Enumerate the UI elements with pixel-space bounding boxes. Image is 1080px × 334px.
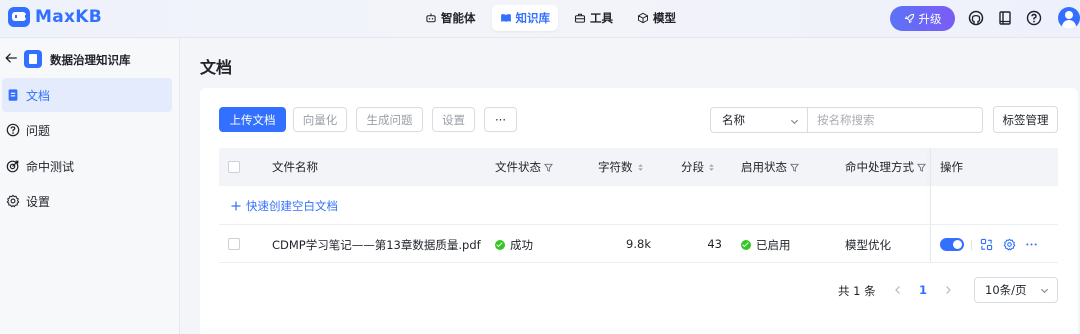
select-all-checkbox[interactable] <box>228 161 240 173</box>
nav-item-label: 工具 <box>590 11 613 25</box>
action-divider <box>971 240 972 250</box>
document-icon <box>8 89 18 101</box>
next-page-icon[interactable] <box>943 285 953 295</box>
filter-icon[interactable] <box>790 163 799 172</box>
github-icon[interactable] <box>968 10 984 26</box>
quick-create-blank-document-link[interactable]: 快速创建空白文档 <box>231 198 338 214</box>
maxkb-logo-icon <box>8 7 30 27</box>
top-bar: MaxKB 智能体 知识库 工具 模型 升级 <box>0 0 1080 38</box>
book-icon <box>500 14 511 22</box>
batch-settings-button[interactable]: 设置 <box>432 107 475 132</box>
page-size-value: 10条/页 <box>985 283 1027 297</box>
prev-page-icon[interactable] <box>893 285 903 295</box>
column-header-file-status[interactable]: 文件状态 <box>495 148 553 186</box>
column-header-label: 操作 <box>940 160 963 174</box>
nav-item-label: 知识库 <box>515 11 551 25</box>
sidebar-item-questions[interactable]: 问题 <box>2 113 172 147</box>
file-status-label: 成功 <box>510 238 533 252</box>
sidebar-item-hit-test[interactable]: 命中测试 <box>2 149 172 183</box>
column-header-char-count[interactable]: 字符数 <box>598 148 645 186</box>
enabled-check-icon <box>741 240 751 250</box>
pagination-total: 共 1 条 <box>838 284 876 298</box>
column-header-label: 文件名称 <box>272 160 318 174</box>
robot-icon <box>426 13 436 23</box>
nav-item-label: 模型 <box>653 11 676 25</box>
chevron-down-icon <box>790 119 799 125</box>
vectorize-button[interactable]: 向量化 <box>293 107 347 132</box>
sidebar-item-label: 命中测试 <box>26 159 75 174</box>
current-page-number[interactable]: 1 <box>919 283 927 297</box>
generate-questions-button[interactable]: 生成问题 <box>356 107 423 132</box>
top-nav: 智能体 知识库 工具 模型 <box>417 5 684 31</box>
filter-field-value: 名称 <box>722 113 745 127</box>
page-size-select[interactable]: 10条/页 <box>974 277 1058 303</box>
question-icon <box>6 123 20 137</box>
enable-toggle[interactable] <box>940 238 964 251</box>
gear-icon <box>6 194 20 208</box>
chevron-down-icon <box>1040 288 1049 294</box>
rocket-icon <box>904 13 914 24</box>
column-header-actions: 操作 <box>940 148 963 186</box>
target-icon <box>6 160 19 173</box>
row-hit-handling: 模型优化 <box>845 238 891 252</box>
knowledge-base-name: 数据治理知识库 <box>50 53 131 67</box>
knowledge-base-icon <box>24 50 42 68</box>
row-char-count: 9.8k <box>626 237 651 251</box>
more-icon[interactable] <box>1025 238 1038 251</box>
more-actions-button[interactable]: ··· <box>484 107 517 132</box>
column-header-label: 命中处理方式 <box>845 160 914 174</box>
docs-icon[interactable] <box>997 10 1013 26</box>
app-logo[interactable]: MaxKB <box>8 7 102 27</box>
nav-item-models[interactable]: 模型 <box>629 5 684 31</box>
quick-create-label: 快速创建空白文档 <box>246 199 338 213</box>
knowledge-base-header: 数据治理知识库 <box>0 47 180 71</box>
sidebar-item-settings[interactable]: 设置 <box>2 184 172 218</box>
sidebar-item-label: 设置 <box>26 194 51 209</box>
sort-icon[interactable] <box>636 163 645 172</box>
sidebar-item-label: 文档 <box>26 88 51 103</box>
nav-item-agent[interactable]: 智能体 <box>417 5 484 31</box>
plus-icon <box>231 201 241 211</box>
column-header-segments[interactable]: 分段 <box>681 148 716 186</box>
help-icon[interactable] <box>1026 10 1042 26</box>
row-filename[interactable]: CDMP学习笔记——第13章数据质量.pdf <box>272 237 481 253</box>
row-file-status: 成功 <box>495 237 533 253</box>
column-header-filename: 文件名称 <box>272 148 318 186</box>
enabled-status-label: 已启用 <box>756 238 791 252</box>
upgrade-button[interactable]: 升级 <box>890 6 955 31</box>
success-check-icon <box>495 240 505 250</box>
quick-create-row <box>219 186 1058 225</box>
filter-icon[interactable] <box>917 163 926 172</box>
search-input[interactable] <box>807 107 983 133</box>
sidebar-item-documents[interactable]: 文档 <box>2 78 172 112</box>
column-header-label: 字符数 <box>598 160 633 174</box>
upload-document-button[interactable]: 上传文档 <box>219 107 286 132</box>
sort-icon[interactable] <box>707 163 716 172</box>
sync-icon[interactable] <box>980 238 993 251</box>
app-logo-text: MaxKB <box>35 7 102 27</box>
toolbox-icon <box>574 13 586 23</box>
nav-item-tools[interactable]: 工具 <box>566 5 621 31</box>
filter-field-select[interactable]: 名称 <box>710 107 807 133</box>
settings-icon[interactable] <box>1003 238 1016 251</box>
user-avatar[interactable] <box>1058 7 1080 29</box>
column-header-label: 分段 <box>681 160 704 174</box>
nav-item-knowledge[interactable]: 知识库 <box>491 5 558 31</box>
back-arrow-icon[interactable] <box>4 51 18 65</box>
column-header-label: 文件状态 <box>495 160 541 174</box>
cube-icon <box>638 12 648 24</box>
sidebar-item-label: 问题 <box>26 123 51 138</box>
row-enabled-status: 已启用 <box>741 237 791 253</box>
nav-item-label: 智能体 <box>441 11 476 25</box>
page-title: 文档 <box>200 58 233 77</box>
column-header-enabled-status[interactable]: 启用状态 <box>741 148 799 186</box>
row-segments: 43 <box>707 237 722 251</box>
filter-icon[interactable] <box>544 163 553 172</box>
sidebar: 数据治理知识库 文档 问题 命中测试 设置 <box>0 39 180 334</box>
upgrade-label: 升级 <box>918 11 942 26</box>
column-header-hit-handling[interactable]: 命中处理方式 <box>845 148 926 186</box>
tag-management-button[interactable]: 标签管理 <box>993 106 1058 133</box>
column-header-label: 启用状态 <box>741 160 787 174</box>
row-checkbox[interactable] <box>228 238 240 250</box>
